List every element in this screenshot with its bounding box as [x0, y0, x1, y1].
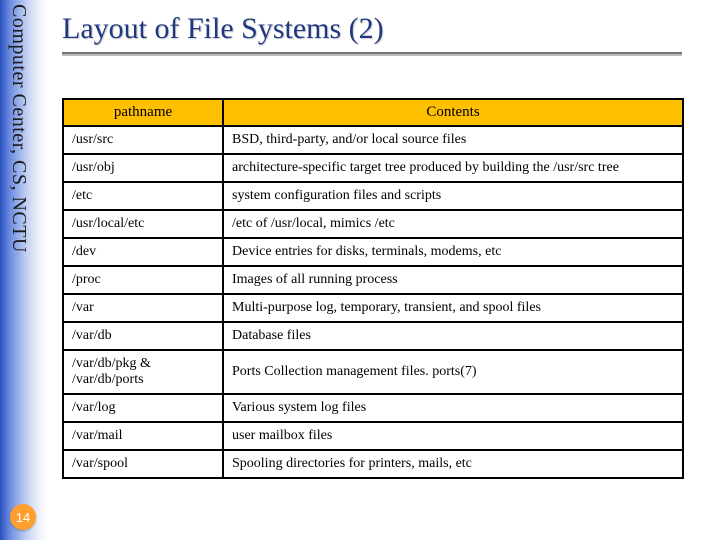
table-row: /etcsystem configuration files and scrip… [63, 182, 683, 210]
cell-path: /var/log [63, 394, 223, 422]
filesystem-table: pathname Contents /usr/srcBSD, third-par… [62, 98, 684, 479]
table-row: /varMulti-purpose log, temporary, transi… [63, 294, 683, 322]
page-number-badge: 14 [10, 504, 36, 530]
cell-desc: system configuration files and scripts [223, 182, 683, 210]
cell-desc: user mailbox files [223, 422, 683, 450]
cell-desc: Spooling directories for printers, mails… [223, 450, 683, 478]
cell-desc: Database files [223, 322, 683, 350]
cell-path: /proc [63, 266, 223, 294]
table-row: /usr/objarchitecture-specific target tre… [63, 154, 683, 182]
cell-desc: BSD, third-party, and/or local source fi… [223, 126, 683, 154]
table-row: /var/mailuser mailbox files [63, 422, 683, 450]
table-row: /usr/srcBSD, third-party, and/or local s… [63, 126, 683, 154]
table-row: /var/logVarious system log files [63, 394, 683, 422]
table-row: /var/db/pkg & /var/db/portsPorts Collect… [63, 350, 683, 394]
cell-desc: Device entries for disks, terminals, mod… [223, 238, 683, 266]
cell-path: /var/db [63, 322, 223, 350]
slide-content: Layout of File Systems (2) pathname Cont… [62, 0, 702, 479]
slide-title: Layout of File Systems (2) [62, 12, 702, 46]
cell-desc: Ports Collection management files. ports… [223, 350, 683, 394]
cell-path: /etc [63, 182, 223, 210]
table-body: /usr/srcBSD, third-party, and/or local s… [63, 126, 683, 478]
table-row: /usr/local/etc/etc of /usr/local, mimics… [63, 210, 683, 238]
table-header-row: pathname Contents [63, 99, 683, 126]
table-row: /procImages of all running process [63, 266, 683, 294]
cell-desc: Multi-purpose log, temporary, transient,… [223, 294, 683, 322]
cell-desc: /etc of /usr/local, mimics /etc [223, 210, 683, 238]
cell-path: /usr/src [63, 126, 223, 154]
sidebar-org-label: Computer Center, CS, NCTU [2, 4, 30, 253]
cell-path: /usr/obj [63, 154, 223, 182]
cell-path: /usr/local/etc [63, 210, 223, 238]
cell-desc: Images of all running process [223, 266, 683, 294]
cell-desc: Various system log files [223, 394, 683, 422]
table-row: /var/dbDatabase files [63, 322, 683, 350]
table-row: /var/spoolSpooling directories for print… [63, 450, 683, 478]
header-contents: Contents [223, 99, 683, 126]
title-underline [62, 52, 682, 56]
cell-desc: architecture-specific target tree produc… [223, 154, 683, 182]
table-row: /devDevice entries for disks, terminals,… [63, 238, 683, 266]
cell-path: /var [63, 294, 223, 322]
cell-path: /var/db/pkg & /var/db/ports [63, 350, 223, 394]
cell-path: /dev [63, 238, 223, 266]
cell-path: /var/spool [63, 450, 223, 478]
cell-path: /var/mail [63, 422, 223, 450]
header-pathname: pathname [63, 99, 223, 126]
